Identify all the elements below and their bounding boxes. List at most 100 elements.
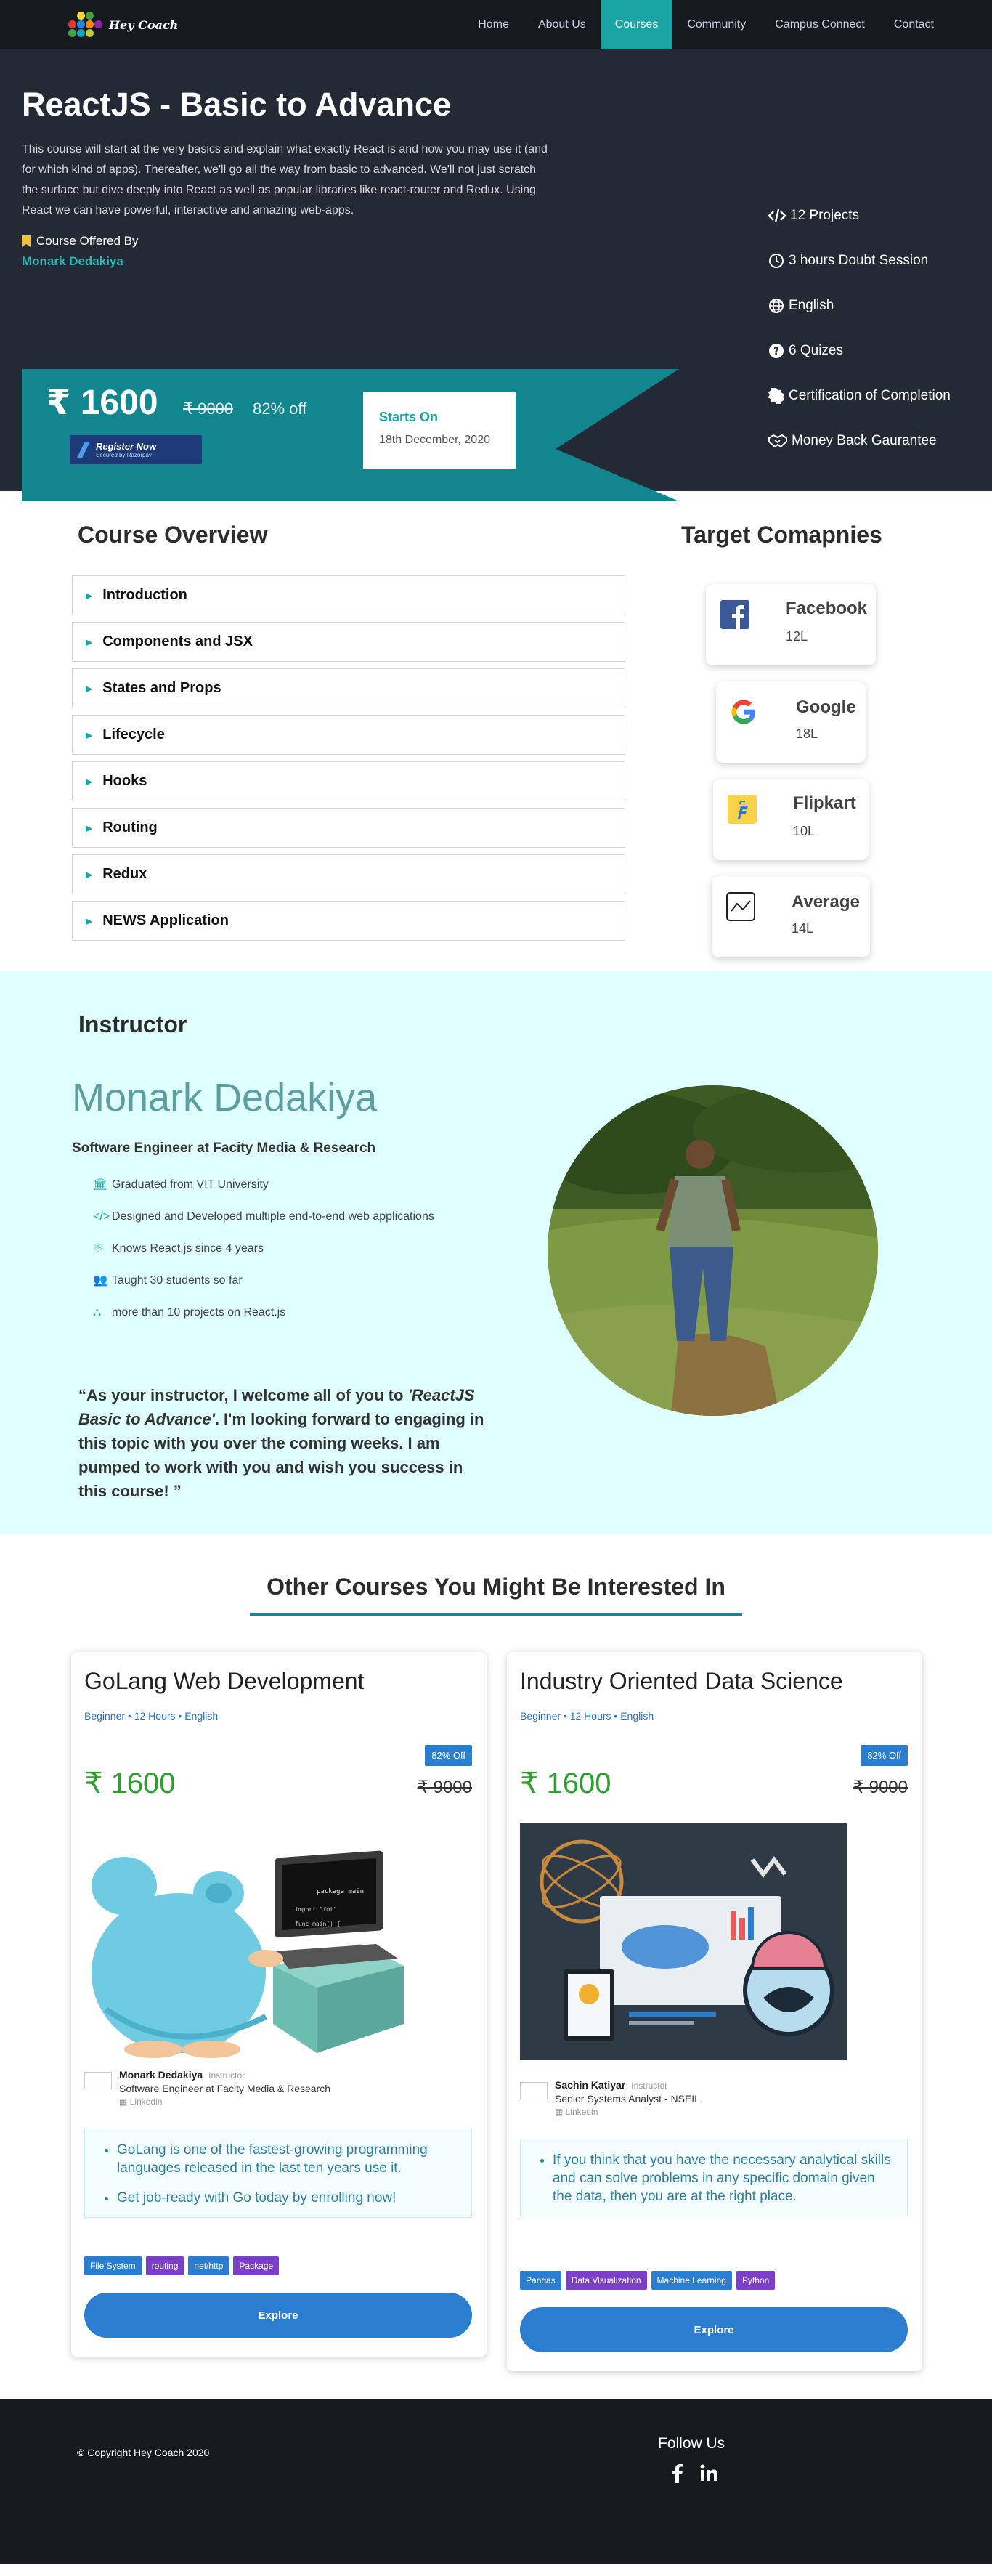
explore-button[interactable]: Explore — [84, 2293, 472, 2338]
tag[interactable]: Pandas — [520, 2271, 561, 2290]
razorpay-icon — [77, 442, 90, 458]
course-card-old-price: ₹ 9000 — [417, 1778, 472, 1797]
tag[interactable]: Package — [233, 2256, 280, 2275]
chevron-right-icon: ▶ — [86, 915, 93, 926]
nav-courses[interactable]: Courses — [600, 0, 673, 49]
tag[interactable]: Data Visualization — [565, 2271, 647, 2290]
author-tag: Instructor — [631, 2081, 668, 2091]
discount-badge: 82% Off — [861, 1745, 908, 1766]
course-card-meta: Beginner • 12 Hours • English — [520, 1710, 654, 1722]
accordion-item[interactable]: ▶ Routing — [72, 808, 625, 848]
bookmark-icon — [22, 235, 31, 247]
company-card-average: Average 14L — [712, 876, 870, 957]
sitemap-icon: ⛬ — [93, 1306, 102, 1319]
course-card[interactable]: Industry Oriented Data Science Beginner … — [507, 1652, 922, 2371]
accordion-item[interactable]: ▶ Hooks — [72, 761, 625, 801]
course-card-title: GoLang Web Development — [84, 1668, 365, 1694]
company-card-flipkart: Flipkart 10L — [713, 779, 869, 860]
instructor-role: Software Engineer at Facity Media & Rese… — [72, 1141, 376, 1156]
nav-home[interactable]: Home — [463, 0, 524, 49]
accordion-item[interactable]: ▶ Lifecycle — [72, 715, 625, 755]
calendar-icon: ▦ — [555, 2107, 566, 2117]
users-icon: 👥 — [93, 1274, 107, 1287]
course-overview-title: Course Overview — [78, 522, 268, 548]
author-linkedin-link[interactable]: ▦ Linkedin — [119, 2097, 330, 2107]
accordion-item[interactable]: ▶ NEWS Application — [72, 901, 625, 941]
code-icon — [768, 208, 786, 223]
feature-projects: 12 Projects — [768, 193, 951, 238]
course-old-price: ₹ 9000 — [183, 400, 234, 418]
logo[interactable]: Hey Coach — [64, 6, 178, 44]
copyright-text: © Copyright Hey Coach 2020 — [77, 2447, 210, 2458]
accordion-item[interactable]: ▶ Redux — [72, 854, 625, 894]
avatar — [520, 2082, 548, 2099]
tag[interactable]: net/http — [188, 2256, 229, 2275]
chevron-right-icon: ▶ — [86, 636, 93, 647]
starts-on-date: 18th December, 2020 — [379, 434, 490, 446]
certificate-icon — [768, 388, 784, 404]
discount-badge: 82% Off — [425, 1745, 472, 1766]
nav-about-us[interactable]: About Us — [524, 0, 601, 49]
course-discount: 82% off — [253, 400, 307, 418]
tag[interactable]: Machine Learning — [651, 2271, 732, 2290]
nav-campus-connect[interactable]: Campus Connect — [760, 0, 879, 49]
company-name: Average — [792, 892, 860, 912]
feature-doubt-session: 3 hours Doubt Session — [768, 238, 951, 283]
course-card-price: ₹ 1600 — [520, 1767, 611, 1799]
chevron-right-icon: ▶ — [86, 729, 93, 740]
offered-by-label: Course Offered By — [36, 234, 139, 248]
list-item: 🏛 Graduated from VIT University — [93, 1174, 434, 1196]
university-icon: 🏛 — [93, 1178, 108, 1191]
chevron-right-icon: ▶ — [86, 822, 93, 833]
author-role: Software Engineer at Facity Media & Rese… — [119, 2083, 331, 2094]
company-name: Google — [796, 697, 856, 717]
accordion-item[interactable]: ▶ Components and JSX — [72, 622, 625, 662]
course-card-highlights: If you think that you have the necessary… — [520, 2139, 908, 2216]
author-name: Monark Dedakiya — [119, 2069, 203, 2081]
tag[interactable]: File System — [84, 2256, 142, 2275]
facebook-icon — [720, 600, 749, 629]
course-card[interactable]: GoLang Web Development Beginner • 12 Hou… — [71, 1652, 487, 2357]
list-item: If you think that you have the necessary… — [553, 2151, 897, 2206]
register-label: Register Now — [96, 441, 157, 452]
course-price: ₹ 1600 — [46, 384, 158, 422]
company-count: 12L — [786, 629, 808, 644]
calendar-icon: ▦ — [119, 2097, 130, 2107]
svg-text:?: ? — [773, 346, 779, 357]
course-card-author: Monark Dedakiya Instructor Software Engin… — [84, 2069, 330, 2107]
starts-on-card: Starts On 18th December, 2020 — [363, 392, 516, 469]
course-card-tags: Pandas Data Visualization Machine Learni… — [520, 2271, 776, 2290]
company-card-facebook: Facebook 12L — [706, 584, 876, 665]
chevron-right-icon: ▶ — [86, 683, 93, 694]
explore-button[interactable]: Explore — [520, 2307, 908, 2352]
linkedin-icon[interactable] — [700, 2464, 717, 2482]
instructor-quote: “As your instructor, I welcome all of yo… — [78, 1386, 484, 1500]
author-linkedin-link[interactable]: ▦ Linkedin — [555, 2107, 700, 2117]
clock-icon — [769, 254, 784, 268]
course-card-highlights: GoLang is one of the fastest-growing pro… — [84, 2129, 472, 2218]
accordion-item[interactable]: ▶ States and Props — [72, 668, 625, 708]
facebook-icon[interactable] — [672, 2464, 683, 2483]
accordion-item[interactable]: ▶ Introduction — [72, 575, 625, 615]
list-item: ⛬ more than 10 projects on React.js — [93, 1302, 434, 1324]
list-item: GoLang is one of the fastest-growing pro… — [117, 2141, 461, 2177]
chevron-right-icon: ▶ — [86, 590, 93, 601]
tag[interactable]: Python — [736, 2271, 776, 2290]
list-item: Get job-ready with Go today by enrolling… — [117, 2189, 461, 2207]
course-card-title: Industry Oriented Data Science — [520, 1668, 843, 1694]
register-now-button[interactable]: Register Now Secured by Razorpay — [70, 435, 202, 464]
question-icon: ? — [769, 344, 784, 358]
tag[interactable]: routing — [145, 2256, 184, 2275]
feature-language: English — [768, 283, 951, 328]
author-role: Senior Systems Analyst - NSEIL — [555, 2093, 700, 2105]
nav-community[interactable]: Community — [672, 0, 760, 49]
course-card-old-price: ₹ 9000 — [853, 1778, 908, 1797]
price-banner: ₹ 1600 ₹ 9000 82% off Register Now Secur… — [22, 369, 679, 501]
feature-quizes: ? 6 Quizes — [768, 328, 951, 373]
instructor-name: Monark Dedakiya — [72, 1076, 378, 1119]
react-icon: ⚛ — [93, 1242, 104, 1255]
author-tag: Instructor — [208, 2070, 245, 2081]
course-features: 12 Projects 3 hours Doubt Session Englis… — [768, 193, 951, 463]
nav-contact[interactable]: Contact — [879, 0, 948, 49]
logo-dots-icon — [64, 6, 102, 44]
